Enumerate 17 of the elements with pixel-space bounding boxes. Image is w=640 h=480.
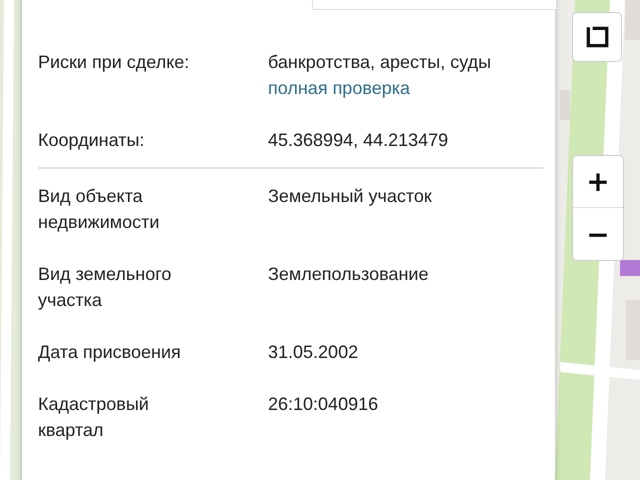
frame-icon [584, 24, 610, 50]
field-value: 31.05.2002 [268, 341, 358, 364]
field-value: Землепользование [268, 263, 428, 286]
layers-button[interactable] [572, 12, 622, 62]
field-label: Кадастровый квартал [38, 393, 150, 442]
field-label: Риски при сделке: [38, 51, 190, 74]
field-label: Дата присвоения [38, 341, 182, 364]
field-value: 26:10:040916 [268, 393, 378, 416]
field-label: Вид земельного участка [38, 263, 172, 312]
zoom-out-button[interactable]: − [573, 208, 623, 260]
field-label: Координаты: [38, 129, 146, 152]
zoom-in-button[interactable]: + [573, 156, 623, 208]
check-link[interactable]: полная проверка [268, 75, 410, 101]
field-value: Земельный участок [268, 185, 432, 208]
field-value: 45.368994, 44.213479 [268, 129, 448, 152]
field-label: Вид объекта недвижимости [38, 185, 160, 234]
field-value: банкротства, аресты, суды [268, 51, 492, 74]
